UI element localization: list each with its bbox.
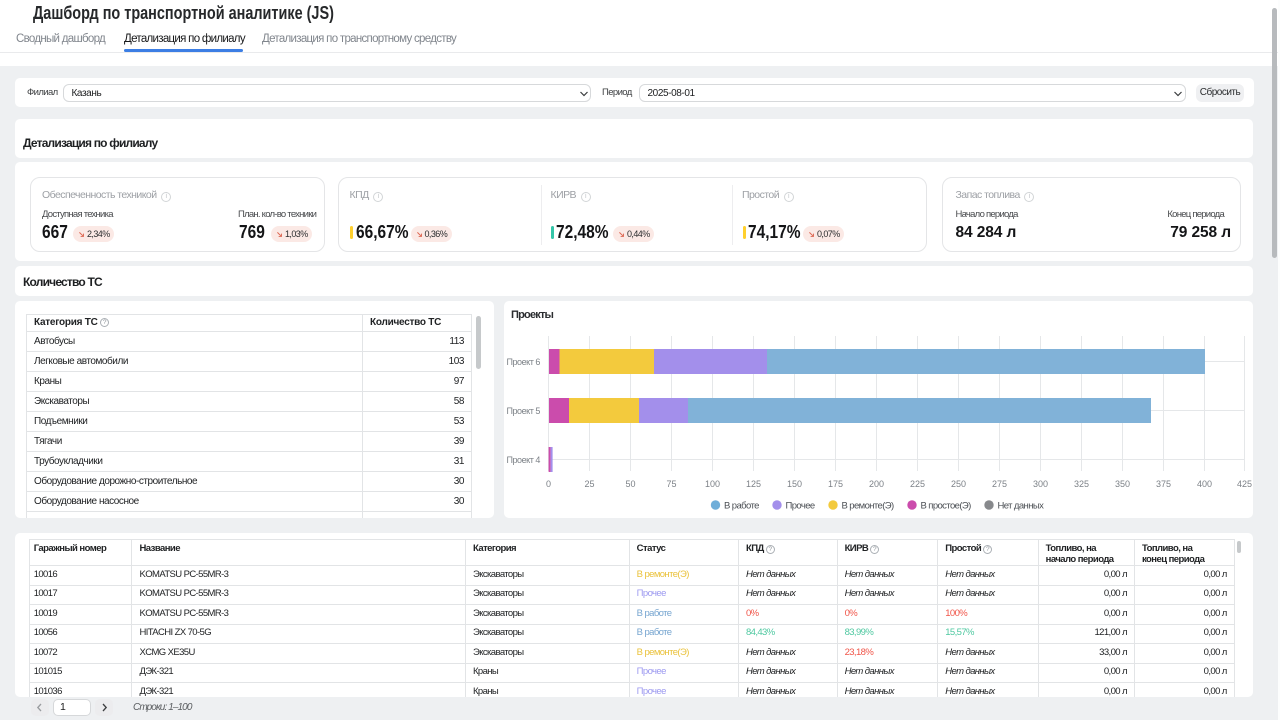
svg-text:Проект 5: Проект 5 — [506, 406, 540, 416]
svg-text:375: 375 — [1156, 479, 1171, 489]
svg-text:В работе: В работе — [724, 501, 759, 512]
svg-text:В простое(Э): В простое(Э) — [921, 501, 972, 512]
svg-text:200: 200 — [869, 479, 884, 489]
svg-text:50: 50 — [625, 479, 635, 489]
svg-text:В ремонте(Э): В ремонте(Э) — [842, 501, 895, 512]
svg-text:125: 125 — [746, 479, 761, 489]
svg-text:Проект 6: Проект 6 — [506, 357, 540, 367]
svg-text:325: 325 — [1074, 479, 1089, 489]
svg-text:425: 425 — [1237, 479, 1252, 489]
svg-text:400: 400 — [1197, 479, 1212, 489]
svg-text:Проект 4: Проект 4 — [506, 455, 540, 465]
svg-text:Прочее: Прочее — [786, 501, 815, 512]
svg-text:0: 0 — [546, 479, 551, 489]
svg-text:75: 75 — [666, 479, 676, 489]
svg-text:150: 150 — [787, 479, 802, 489]
svg-text:25: 25 — [584, 479, 594, 489]
svg-text:Нет данных: Нет данных — [998, 501, 1045, 512]
svg-text:100: 100 — [705, 479, 720, 489]
svg-text:175: 175 — [828, 479, 843, 489]
svg-text:350: 350 — [1115, 479, 1130, 489]
svg-text:250: 250 — [951, 479, 966, 489]
svg-text:225: 225 — [910, 479, 925, 489]
svg-text:300: 300 — [1033, 479, 1048, 489]
svg-text:275: 275 — [992, 479, 1007, 489]
